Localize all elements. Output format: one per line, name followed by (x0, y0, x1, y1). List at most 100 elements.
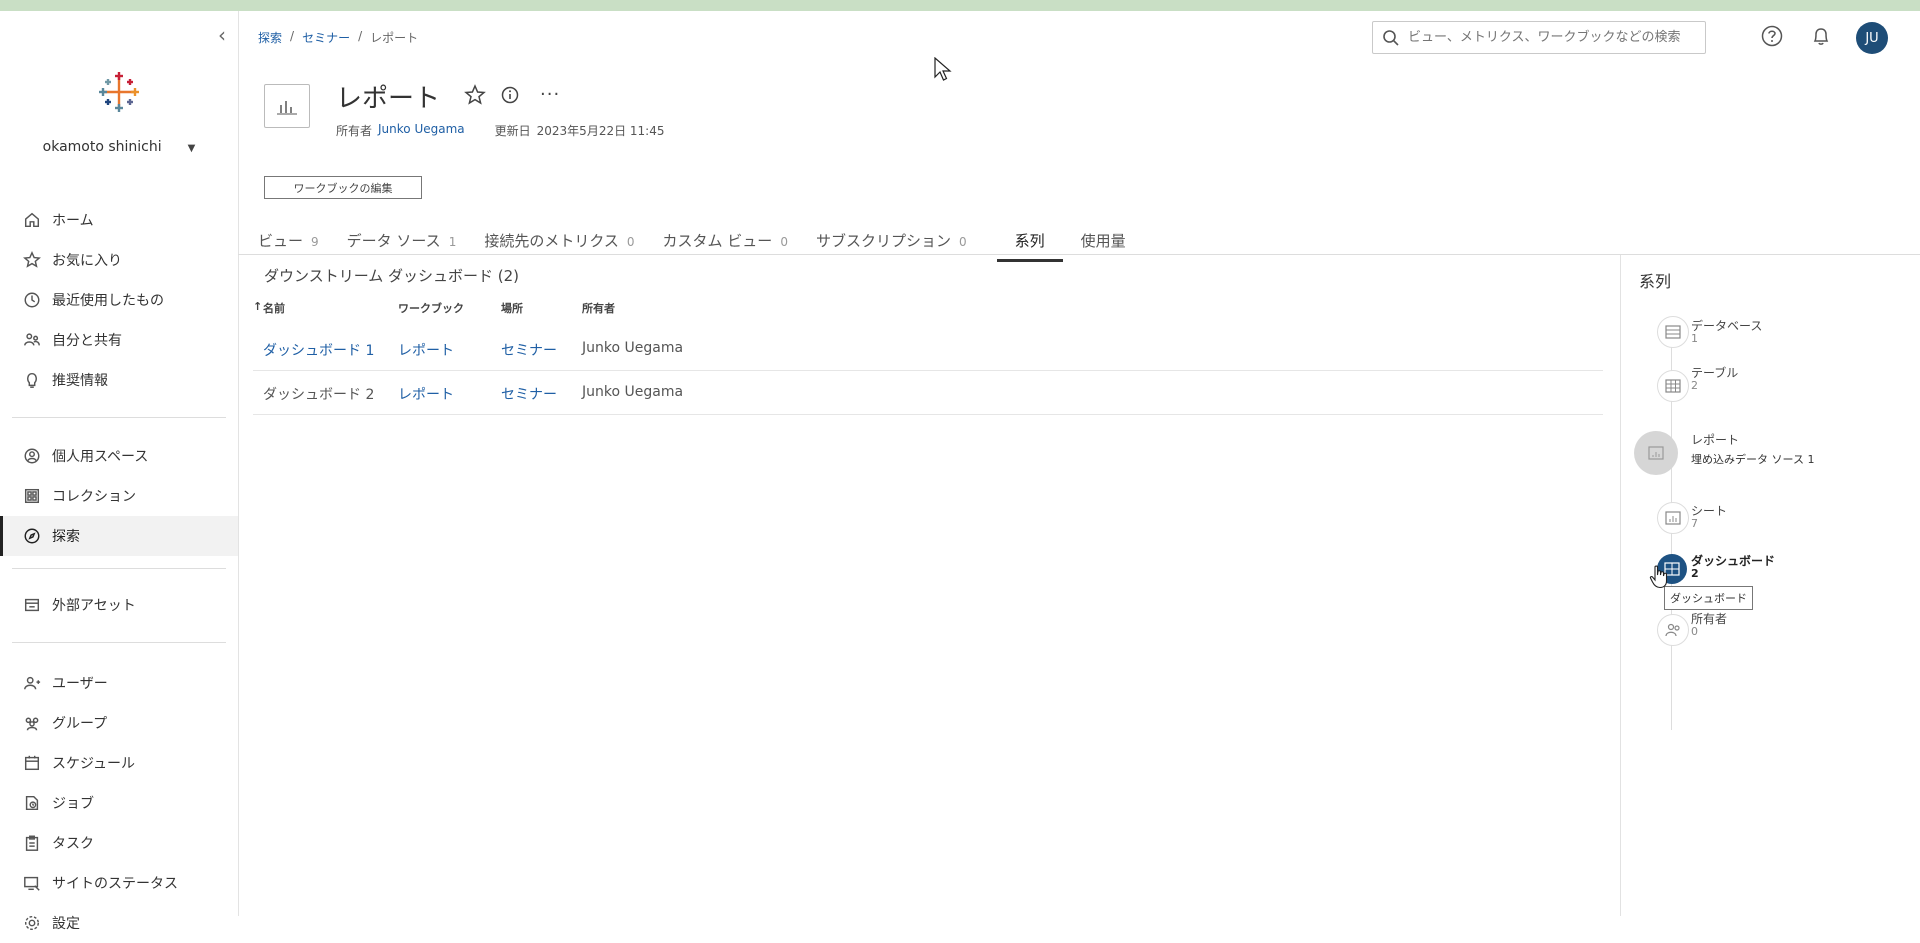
sidebar-divider (12, 642, 226, 643)
search-input[interactable] (1406, 29, 1700, 46)
location-link[interactable]: セミナー (501, 384, 557, 404)
bell-icon[interactable] (1810, 25, 1832, 47)
location-link[interactable]: セミナー (501, 340, 557, 360)
nav-favorites[interactable]: お気に入り (0, 240, 238, 280)
nav-secondary: 個人用スペース コレクション 探索 (0, 436, 238, 556)
tab-custom-views[interactable]: カスタム ビュー 0 (663, 230, 788, 256)
tab-count: 0 (626, 235, 635, 249)
personal-space-icon (22, 446, 42, 466)
page-title: レポート (336, 84, 441, 114)
breadcrumb-current: レポート (370, 31, 419, 45)
nav-tasks[interactable]: タスク (0, 823, 238, 863)
nav-explore[interactable]: 探索 (0, 516, 238, 556)
table-row: ダッシュボード 1 レポート セミナー Junko Uegama (253, 327, 1603, 369)
node-value: 2 (1691, 379, 1698, 392)
group-icon (22, 713, 42, 733)
bar-chart-icon (277, 101, 297, 115)
nav-external-assets[interactable]: 外部アセット (0, 585, 238, 625)
collection-icon (22, 486, 42, 506)
tab-label: サブスクリプション (815, 232, 951, 250)
help-icon[interactable] (1761, 25, 1783, 47)
database-icon (1657, 316, 1689, 348)
breadcrumb-separator: / (358, 29, 363, 43)
tab-data-sources[interactable]: データ ソース 1 (347, 230, 457, 256)
updated-label: 更新日 (494, 124, 531, 138)
tab-usage[interactable]: 使用量 (1081, 230, 1126, 256)
nav-jobs[interactable]: ジョブ (0, 783, 238, 823)
owner-link[interactable]: Junko Uegama (378, 122, 465, 139)
nav-label: 推奨情報 (52, 373, 108, 389)
mouse-cursor-icon (934, 57, 952, 81)
user-menu[interactable]: okamoto shinichi ▼ (0, 139, 238, 155)
nav-label: 個人用スペース (52, 449, 149, 465)
nav-label: サイトのステータス (52, 876, 178, 892)
owner-cell: Junko Uegama (582, 340, 684, 356)
tab-count: 0 (780, 235, 788, 249)
column-workbook[interactable]: ワークブック (398, 300, 464, 316)
sidebar: ‹ okamoto shinichi ▼ ホーム お気に入り 最近使用したもの (0, 11, 239, 932)
nav-users[interactable]: ユーザー (0, 663, 238, 703)
updated-value: 2023年5月22日 11:45 (536, 124, 665, 138)
nav-primary: ホーム お気に入り 最近使用したもの 自分と共有 推奨情報 (0, 200, 238, 400)
nav-label: ジョブ (52, 796, 94, 812)
column-owner[interactable]: 所有者 (582, 300, 615, 316)
tab-subscriptions[interactable]: サブスクリプション 0 (816, 230, 967, 256)
nav-label: ホーム (52, 213, 94, 229)
collapse-sidebar-button[interactable]: ‹ (212, 25, 232, 45)
row-divider (253, 414, 1603, 415)
nav-admin: ユーザー グループ スケジュール ジョブ タスク サイトのステータス 設定 (0, 663, 238, 943)
tab-count: 1 (448, 235, 457, 249)
dashboard-name-link[interactable]: ダッシュボード 2 (263, 384, 374, 404)
node-value: 1 (1691, 332, 1698, 345)
table-row: ダッシュボード 2 レポート セミナー Junko Uegama (253, 371, 1603, 413)
sidebar-divider (12, 568, 226, 569)
workbook-link[interactable]: レポート (398, 340, 454, 360)
nav-schedules[interactable]: スケジュール (0, 743, 238, 783)
column-location[interactable]: 場所 (501, 300, 523, 316)
nav-recents[interactable]: 最近使用したもの (0, 280, 238, 320)
nav-label: 探索 (52, 529, 80, 545)
node-value: 2 (1691, 567, 1699, 580)
node-value: 0 (1691, 625, 1698, 638)
tab-views[interactable]: ビュー 9 (258, 230, 319, 256)
nav-recommendations[interactable]: 推奨情報 (0, 360, 238, 400)
sort-indicator[interactable]: ↑ (253, 300, 262, 313)
breadcrumb-explore[interactable]: 探索 (258, 29, 282, 46)
tab-label: 接続先のメトリクス (484, 232, 619, 250)
tab-bar: ビュー 9 データ ソース 1 接続先のメトリクス 0 カスタム ビュー 0 サブスクリ… (258, 230, 1154, 262)
nav-home[interactable]: ホーム (0, 200, 238, 240)
nav-label: スケジュール (52, 756, 136, 772)
owner-label: 所有者 (336, 124, 373, 138)
tab-lineage[interactable]: 系列 (996, 230, 1063, 262)
task-icon (22, 833, 42, 853)
workbook-thumbnail (264, 84, 310, 128)
tab-label: 系列 (1014, 232, 1045, 250)
calendar-icon (22, 753, 42, 773)
nav-personal-space[interactable]: 個人用スペース (0, 436, 238, 476)
info-icon[interactable] (501, 86, 519, 104)
avatar[interactable]: JU (1856, 22, 1888, 54)
nav-collections[interactable]: コレクション (0, 476, 238, 516)
nav-shared-with-me[interactable]: 自分と共有 (0, 320, 238, 360)
breadcrumb-seminar[interactable]: セミナー (302, 29, 350, 46)
lightbulb-icon (22, 370, 42, 390)
edit-workbook-button[interactable]: ワークブックの編集 (264, 176, 422, 199)
nav-groups[interactable]: グループ (0, 703, 238, 743)
top-window-strip (0, 0, 1920, 11)
tab-connected-metrics[interactable]: 接続先のメトリクス 0 (484, 230, 634, 256)
favorite-star-icon[interactable] (464, 84, 486, 106)
nav-label: お気に入り (52, 253, 122, 269)
nav-site-status[interactable]: サイトのステータス (0, 863, 238, 903)
owner-icon (1657, 614, 1689, 646)
dashboard-tooltip: ダッシュボード (1664, 586, 1753, 610)
global-search[interactable] (1372, 21, 1706, 54)
tab-label: 使用量 (1080, 232, 1126, 250)
column-name[interactable]: 名前 (263, 300, 285, 316)
nav-settings[interactable]: 設定 (0, 903, 238, 943)
dashboard-name-link[interactable]: ダッシュボード 1 (263, 340, 374, 360)
workbook-link[interactable]: レポート (398, 384, 454, 404)
nav-label: 設定 (52, 916, 80, 932)
more-actions-button[interactable]: ··· (540, 84, 560, 105)
node-label: データベース (1691, 319, 1763, 333)
tab-count: 0 (958, 235, 967, 249)
